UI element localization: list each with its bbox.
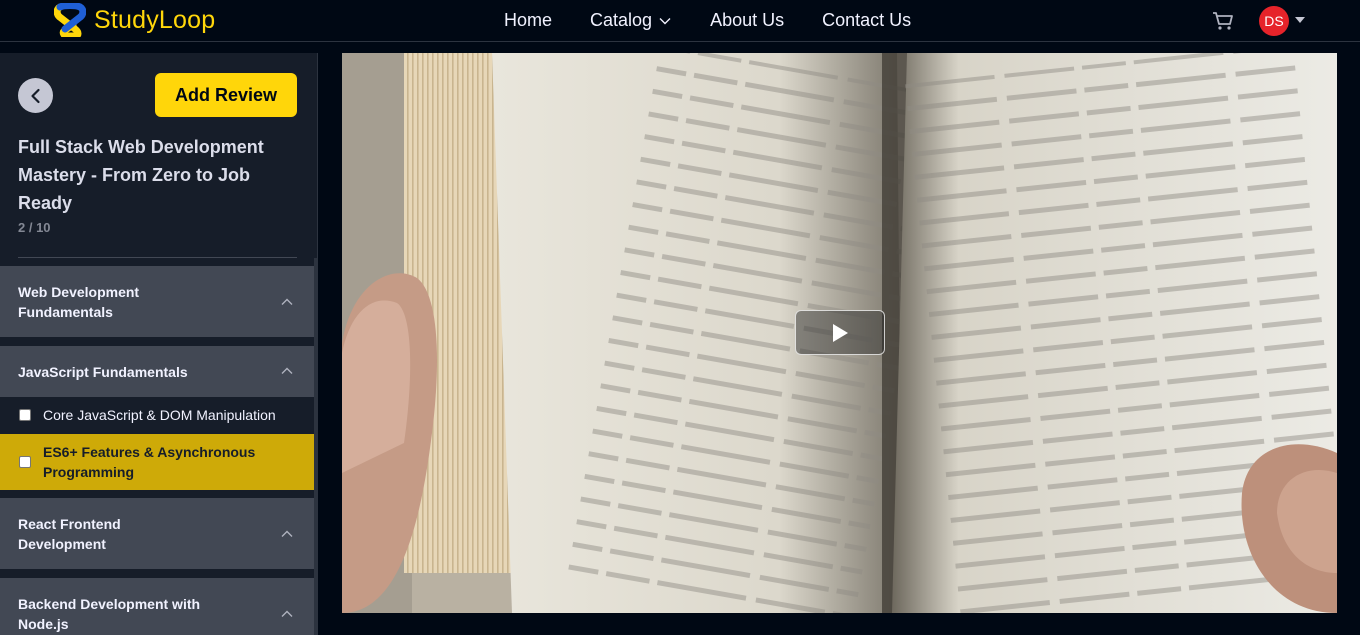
lecture-item-active[interactable]: ES6+ Features & Asynchronous Programming xyxy=(0,434,314,490)
nav-catalog[interactable]: Catalog xyxy=(590,10,672,31)
course-title: Full Stack Web Development Mastery - Fro… xyxy=(18,137,264,213)
sidebar-scrollbar[interactable] xyxy=(314,258,317,635)
brand-logo[interactable]: StudyLoop xyxy=(54,3,215,37)
lecture-progress: 2 / 10 xyxy=(18,220,51,235)
section-web-dev-fundamentals[interactable]: Web Development Fundamentals xyxy=(0,266,314,337)
video-player[interactable] xyxy=(342,53,1337,613)
play-button[interactable] xyxy=(795,310,885,355)
section-title: Web Development Fundamentals xyxy=(18,284,140,320)
section-react-frontend[interactable]: React Frontend Development xyxy=(0,498,314,569)
nav-about[interactable]: About Us xyxy=(710,10,784,31)
nav-home[interactable]: Home xyxy=(504,10,552,31)
section-backend-nodejs[interactable]: Backend Development with Node.js xyxy=(0,578,314,635)
brand-name: StudyLoop xyxy=(94,5,216,34)
chevron-up-icon xyxy=(281,298,293,305)
divider xyxy=(18,257,297,258)
nav-home-label: Home xyxy=(504,10,553,30)
nav-links: Home Catalog About Us Contact Us xyxy=(504,10,949,31)
chevron-up-icon xyxy=(281,530,293,537)
lecture-title: ES6+ Features & Asynchronous Programming xyxy=(43,444,256,480)
lecture-title: Core JavaScript & DOM Manipulation xyxy=(43,407,276,423)
chevron-up-icon xyxy=(281,367,293,374)
back-button[interactable] xyxy=(18,78,53,113)
lecture-item[interactable]: Core JavaScript & DOM Manipulation xyxy=(0,397,314,434)
top-navbar: StudyLoop Home Catalog About Us Contact … xyxy=(0,0,1360,42)
lecture-checkbox[interactable] xyxy=(19,456,31,468)
logo-icon xyxy=(54,3,86,37)
nav-about-label: About Us xyxy=(710,10,785,30)
section-title: JavaScript Fundamentals xyxy=(18,364,188,380)
nav-catalog-label: Catalog xyxy=(590,10,653,30)
chevron-left-icon xyxy=(30,88,40,103)
add-review-button[interactable]: Add Review xyxy=(155,73,297,117)
section-title: Backend Development with Node.js xyxy=(18,596,201,632)
course-sidebar: Add Review Full Stack Web Development Ma… xyxy=(0,53,318,635)
cart-icon[interactable] xyxy=(1211,9,1235,33)
chevron-up-icon xyxy=(281,610,293,617)
section-javascript-fundamentals[interactable]: JavaScript Fundamentals xyxy=(0,346,314,397)
nav-contact-label: Contact Us xyxy=(822,10,912,30)
lecture-checkbox[interactable] xyxy=(19,409,31,421)
play-icon xyxy=(833,323,848,342)
nav-contact[interactable]: Contact Us xyxy=(822,10,911,31)
user-avatar[interactable]: DS xyxy=(1259,6,1289,36)
section-title: React Frontend Development xyxy=(18,516,121,552)
chevron-down-icon xyxy=(659,17,671,24)
caret-down-icon[interactable] xyxy=(1295,17,1305,23)
